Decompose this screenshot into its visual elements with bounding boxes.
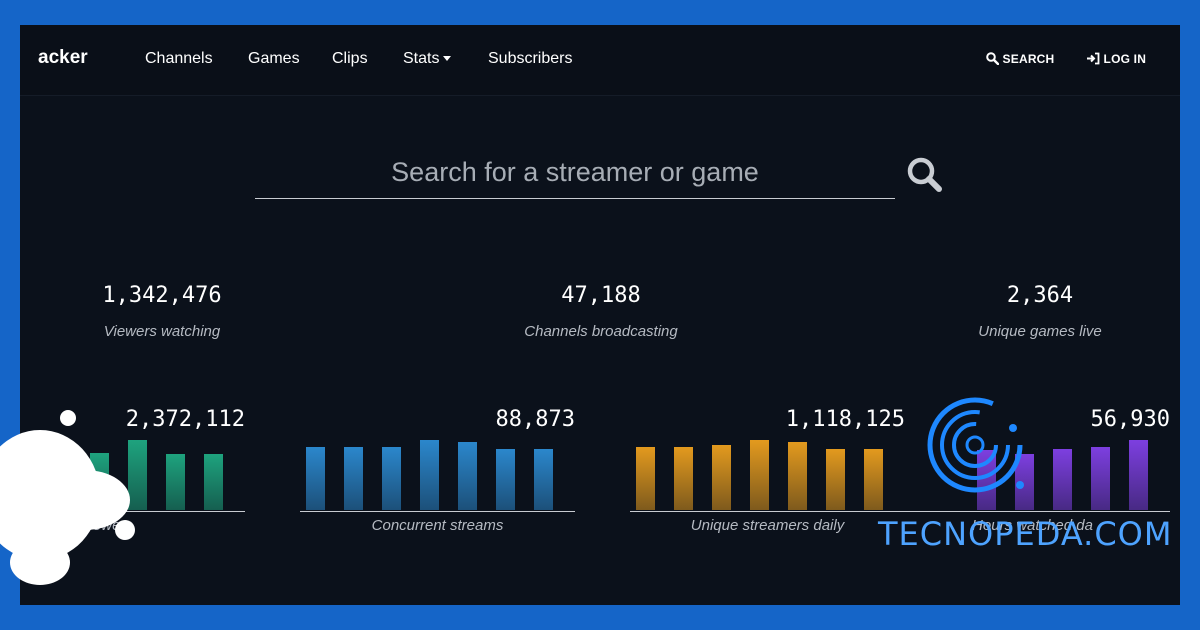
nav-clips[interactable]: Clips: [332, 50, 368, 68]
stat-games-label: Unique games live: [978, 323, 1102, 340]
chart-bar: [864, 449, 883, 510]
chart-bar: [826, 449, 845, 510]
chart-bar: [420, 440, 439, 510]
chart-bar: [1091, 447, 1110, 510]
panel-baseline: [300, 511, 575, 512]
chart-bar: [1129, 440, 1148, 510]
chart-bar: [458, 442, 477, 510]
unique-streamers-label: Unique streamers daily: [690, 517, 845, 534]
chart-bar: [750, 440, 769, 510]
chart-bar: [496, 449, 515, 510]
stat-games-value: 2,364: [1006, 283, 1074, 308]
stat-channels-label: Channels broadcasting: [524, 323, 678, 340]
stat-viewers-label: Viewers watching: [103, 323, 221, 340]
search-icon: [907, 157, 942, 192]
paint-splatter: [10, 540, 70, 585]
tecnopeda-logo-icon: [927, 397, 1024, 493]
nav-login-label: LOG IN: [1103, 52, 1147, 66]
chart-bar: [1053, 449, 1072, 510]
paint-splatter: [115, 520, 135, 540]
search-submit-button[interactable]: [905, 155, 945, 195]
paint-splatter: [40, 470, 130, 530]
caret-down-icon: [443, 56, 452, 62]
login-icon: [1087, 52, 1100, 65]
chart-bar: [674, 447, 693, 510]
concurrent-streams-panel[interactable]: 88,873 Concurrent streams: [300, 405, 575, 545]
search-icon: [986, 52, 1000, 66]
chart-bar: [344, 447, 363, 510]
chart-bar: [534, 449, 553, 510]
nav-stats[interactable]: Stats: [403, 50, 452, 68]
chart-bar: [636, 447, 655, 510]
peak-viewers-value: 2,372,112: [125, 407, 245, 432]
concurrent-streams-value: 88,873: [495, 407, 575, 432]
stat-viewers-value: 1,342,476: [102, 283, 222, 308]
chart-bar: [382, 447, 401, 510]
unique-streamers-value: 1,118,125: [785, 407, 905, 432]
chart-bar: [128, 440, 147, 510]
stat-channels-value: 47,188: [561, 283, 641, 308]
concurrent-streams-label: Concurrent streams: [371, 517, 504, 534]
nav-subscribers[interactable]: Subscribers: [488, 50, 572, 68]
chart-bar: [204, 454, 223, 510]
top-navbar: acker Channels Games Clips Stats Subscri…: [20, 25, 1180, 96]
paint-splatter: [60, 410, 76, 426]
unique-streamers-bars: [636, 435, 892, 510]
chart-bar: [788, 442, 807, 510]
chart-bar: [712, 445, 731, 510]
search-input[interactable]: Search for a streamer or game: [255, 150, 895, 199]
panel-baseline: [630, 511, 905, 512]
nav-stats-label: Stats: [403, 50, 440, 67]
nav-games[interactable]: Games: [248, 50, 300, 68]
chart-bar: [306, 447, 325, 510]
nav-search-label: SEARCH: [1002, 52, 1055, 66]
nav-search-button[interactable]: SEARCH: [986, 52, 1054, 66]
nav-channels[interactable]: Channels: [145, 50, 213, 68]
panel-baseline: [895, 511, 1170, 512]
hours-watched-value: 56,930: [1090, 407, 1170, 432]
unique-streamers-panel[interactable]: 1,118,125 Unique streamers daily: [630, 405, 905, 545]
site-logo[interactable]: acker: [38, 47, 88, 69]
tecnopeda-watermark: TECNOPEDA.COM: [878, 515, 1173, 553]
concurrent-streams-bars: [306, 435, 562, 510]
chart-bar: [166, 454, 185, 510]
nav-login-button[interactable]: LOG IN: [1086, 52, 1146, 66]
